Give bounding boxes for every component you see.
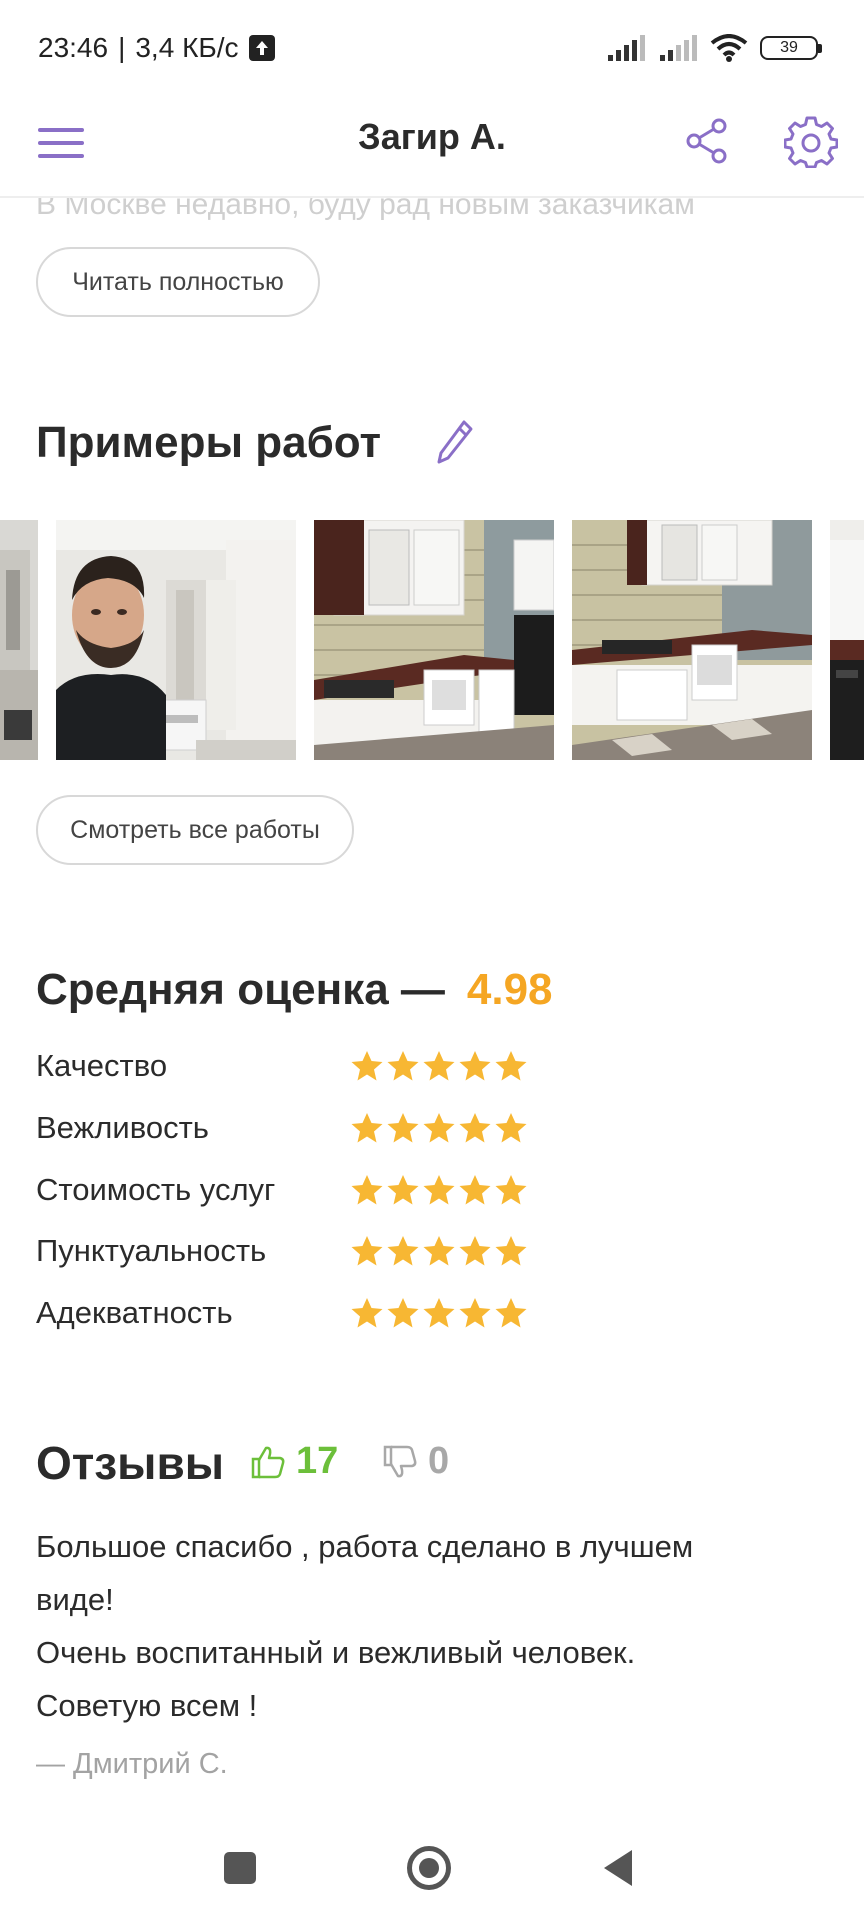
portfolio-photo[interactable] [56,520,296,760]
star-icon [387,1236,419,1266]
thumbs-down-icon [383,1445,417,1477]
battery-level: 39 [780,39,798,56]
portfolio-title-text: Примеры работ [36,418,382,467]
rating-label: Качество [36,1048,168,1083]
star-icon [387,1298,419,1328]
rating-stars [350,1174,528,1206]
star-icon [495,1113,527,1143]
wifi-icon [710,34,748,62]
status-separator: | [118,32,126,63]
review-line: Большое спасибо , работа сделано в лучше… [36,1529,694,1564]
star-icon [459,1175,491,1205]
star-icon [351,1113,383,1143]
review-author: — Дмитрий С. [36,1748,228,1780]
portfolio-title: Примеры работ [36,418,381,468]
pencil-icon[interactable] [434,418,474,466]
recent-apps-icon[interactable] [224,1852,256,1884]
status-right: 39 [606,34,822,62]
star-icon [423,1175,455,1205]
dislikes-counter[interactable]: 0 [382,1440,449,1483]
share-icon[interactable] [682,116,732,166]
rating-label: Стоимость услуг [36,1172,276,1207]
system-nav-bar [0,1820,864,1920]
dislikes-count: 0 [428,1440,450,1482]
likes-count: 17 [296,1440,339,1482]
star-icon [459,1113,491,1143]
rating-row: Вежливость [36,1106,736,1150]
star-icon [351,1175,383,1205]
page-title: Загир А. [358,116,506,157]
portfolio-photo[interactable] [314,520,554,760]
review-text: Большое спасибо , работа сделано в лучше… [36,1520,826,1732]
star-icon [495,1175,527,1205]
gear-icon[interactable] [784,114,838,168]
star-icon [423,1113,455,1143]
rating-row: Адекватность [36,1291,736,1335]
star-icon [351,1298,383,1328]
status-left: 23:46 | 3,4 КБ/с [38,32,275,64]
portfolio-photo[interactable] [572,520,812,760]
upload-icon [248,35,275,61]
star-icon [459,1298,491,1328]
rating-stars [350,1235,528,1267]
likes-counter[interactable]: 17 [250,1440,338,1483]
home-icon[interactable] [407,1846,451,1890]
star-icon [387,1175,419,1205]
review-line: Очень воспитанный и вежливый человек. [36,1635,636,1670]
star-icon [351,1051,383,1081]
back-icon[interactable] [604,1850,632,1886]
status-bar: 23:46 | 3,4 КБ/с 39 [0,0,864,96]
review-line: Советую всем ! [36,1688,258,1723]
portfolio-gallery[interactable] [0,520,864,760]
rating-row: Стоимость услуг [36,1168,736,1212]
star-icon [387,1051,419,1081]
star-icon [387,1113,419,1143]
review-line: виде! [36,1582,114,1617]
view-all-works-button[interactable]: Смотреть все работы [36,795,354,865]
read-more-button[interactable]: Читать полностью [36,247,320,317]
star-icon [495,1236,527,1266]
signal-icon [660,35,697,61]
rating-row: Качество [36,1044,736,1088]
star-icon [351,1236,383,1266]
rating-label: Вежливость [36,1110,209,1145]
star-icon [459,1236,491,1266]
thumbs-up-icon [251,1446,285,1478]
rating-title-text: Средняя оценка — [36,965,445,1014]
star-icon [423,1298,455,1328]
star-icon [423,1051,455,1081]
rating-title: Средняя оценка — 4.98 [36,965,553,1015]
battery-icon: 39 [760,36,822,60]
portfolio-photo[interactable] [0,520,38,760]
rating-label: Пунктуальность [36,1233,267,1268]
reviews-title: Отзывы [36,1437,225,1489]
status-time: 23:46 [38,32,109,63]
rating-stars [350,1112,528,1144]
app-header: Загир А. [0,96,864,198]
portfolio-photo[interactable] [830,520,864,760]
star-icon [459,1051,491,1081]
network-speed: 3,4 КБ/с [135,32,239,63]
rating-stars [350,1050,528,1082]
star-icon [495,1051,527,1081]
rating-label: Адекватность [36,1295,233,1330]
rating-average: 4.98 [466,965,553,1014]
star-icon [423,1236,455,1266]
star-icon [495,1298,527,1328]
signal-icon [608,35,645,61]
rating-row: Пунктуальность [36,1229,736,1273]
rating-stars [350,1297,528,1329]
